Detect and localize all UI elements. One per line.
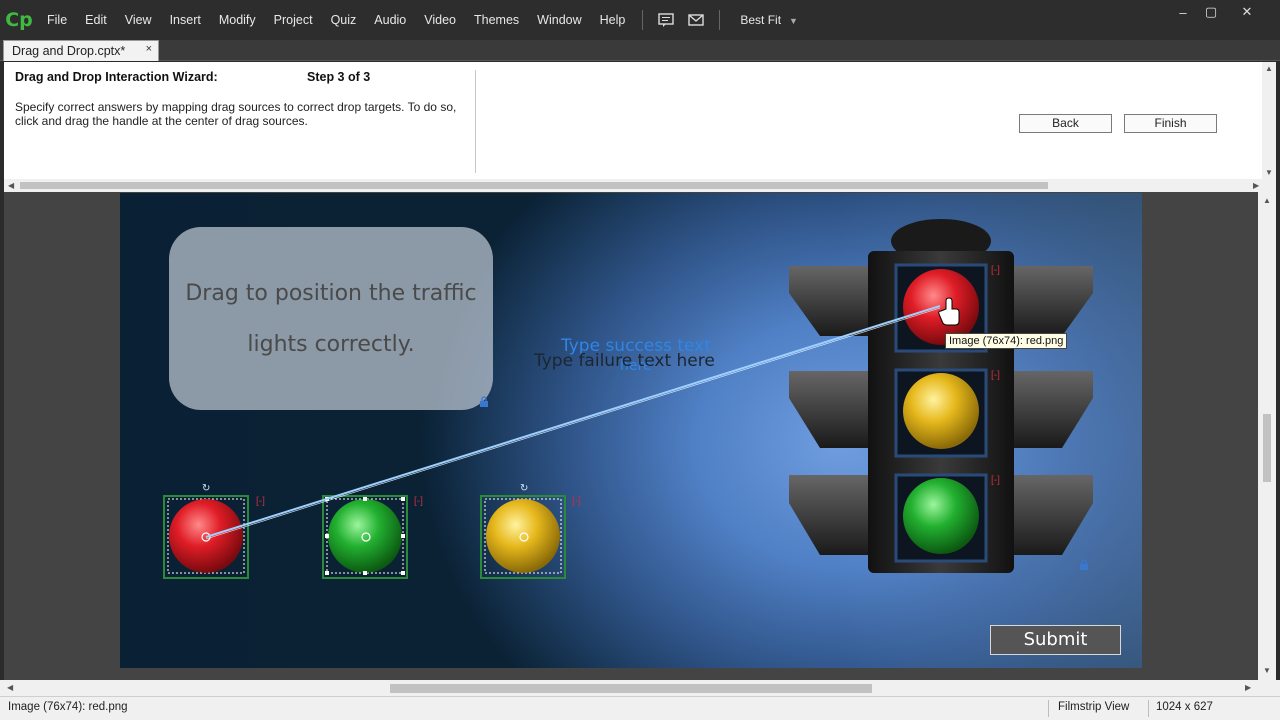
menu-separator <box>642 10 644 30</box>
traffic-light-wing <box>789 266 868 336</box>
drag-source-yellow[interactable]: [-] ↻ <box>480 483 581 579</box>
submit-button[interactable]: Submit <box>990 625 1121 655</box>
menu-file[interactable]: File <box>38 0 76 40</box>
svg-text:[-]: [-] <box>414 496 423 507</box>
menu-bar: Cp File Edit View Insert Modify Project … <box>0 0 1280 40</box>
status-divider <box>1048 700 1049 717</box>
traffic-light: [-] [-] [-] <box>789 219 1093 573</box>
target-light-yellow <box>903 373 979 449</box>
restore-button[interactable]: ▢ <box>1194 0 1228 24</box>
wizard-title: Drag and Drop Interaction Wizard: <box>15 70 218 84</box>
scroll-down-icon[interactable]: ▼ <box>1263 666 1271 675</box>
stage-size: 1024 x 627 <box>1156 701 1213 713</box>
chevron-down-icon: ▼ <box>789 15 798 26</box>
svg-text:[-]: [-] <box>572 496 581 507</box>
document-tab[interactable]: Drag and Drop.cptx* × <box>3 40 159 61</box>
wizard-divider <box>475 70 476 173</box>
stage-vertical-scrollbar[interactable]: ▲ ▼ <box>1258 192 1276 680</box>
menu-audio[interactable]: Audio <box>365 0 415 40</box>
zoom-label: Best Fit <box>740 12 782 27</box>
menu-help[interactable]: Help <box>591 0 635 40</box>
traffic-light-wing <box>1014 371 1093 448</box>
drag-source-green[interactable]: [-] <box>322 495 423 579</box>
back-button[interactable]: Back <box>1019 114 1112 133</box>
drop-target-marker: [-] <box>991 370 1000 381</box>
scrollbar-corner <box>1258 680 1280 696</box>
svg-text:↻: ↻ <box>520 483 528 494</box>
object-tooltip: Image (76x74): red.png <box>945 333 1068 349</box>
scroll-up-icon[interactable]: ▲ <box>1263 196 1271 205</box>
menu-project[interactable]: Project <box>265 0 322 40</box>
wizard-description: Specify correct answers by mapping drag … <box>15 100 457 128</box>
lock-icon <box>480 396 488 407</box>
captivate-logo: Cp <box>5 9 33 31</box>
scroll-left-icon[interactable]: ◀ <box>8 181 14 190</box>
scroll-left-icon[interactable]: ◀ <box>7 683 13 692</box>
document-tab-bar: Drag and Drop.cptx* × <box>0 40 1280 61</box>
menu-separator <box>719 10 721 30</box>
finish-button[interactable]: Finish <box>1124 114 1217 133</box>
zoom-dropdown[interactable]: Best Fit ▼ <box>728 0 808 41</box>
menu-themes[interactable]: Themes <box>465 0 528 40</box>
status-bar: Image (76x74): red.png Filmstrip View 10… <box>0 696 1280 720</box>
target-light-green <box>903 478 979 554</box>
menu-video[interactable]: Video <box>415 0 465 40</box>
wizard-horizontal-scrollbar[interactable]: ◀ ▶ <box>4 179 1262 192</box>
traffic-light-wing <box>789 475 868 555</box>
traffic-light-wing <box>1014 475 1093 555</box>
traffic-light-wing <box>1014 266 1093 336</box>
menu-quiz[interactable]: Quiz <box>322 0 366 40</box>
close-window-button[interactable]: ✕ <box>1230 0 1264 24</box>
failure-caption[interactable]: Type failure text here <box>534 351 715 371</box>
stage-horizontal-scrollbar[interactable]: ◀ ▶ <box>0 680 1258 696</box>
stage-vertical-thumb[interactable] <box>1263 414 1271 482</box>
wizard-vertical-scrollbar[interactable]: ▲ ▼ <box>1262 62 1276 192</box>
slide-stage: Drag to position the traffic lights corr… <box>120 193 1142 668</box>
drop-target-marker: [-] <box>991 475 1000 486</box>
interaction-wizard-panel: Drag and Drop Interaction Wizard: Step 3… <box>4 62 1276 192</box>
mail-icon[interactable] <box>681 0 711 40</box>
document-tab-label: Drag and Drop.cptx* <box>12 44 126 58</box>
close-tab-icon[interactable]: × <box>146 43 152 55</box>
drop-target-marker: [-] <box>991 265 1000 276</box>
traffic-light-wing <box>789 371 868 448</box>
status-selection: Image (76x74): red.png <box>8 701 128 713</box>
menu-edit[interactable]: Edit <box>76 0 116 40</box>
menu-window[interactable]: Window <box>528 0 590 40</box>
scroll-right-icon[interactable]: ▶ <box>1253 181 1259 190</box>
wizard-scroll-thumb[interactable] <box>20 182 1048 189</box>
stage-horizontal-thumb[interactable] <box>390 684 872 693</box>
menu-insert[interactable]: Insert <box>161 0 210 40</box>
svg-text:↻: ↻ <box>202 483 210 494</box>
scroll-down-icon[interactable]: ▼ <box>1265 168 1273 177</box>
svg-text:[-]: [-] <box>256 496 265 507</box>
filmstrip-view-toggle[interactable]: Filmstrip View <box>1058 701 1129 713</box>
menu-view[interactable]: View <box>116 0 161 40</box>
scroll-right-icon[interactable]: ▶ <box>1245 683 1251 692</box>
drag-source-red[interactable]: [-] ↻ <box>163 483 265 579</box>
status-divider <box>1148 700 1149 717</box>
stage-graphics: [-] [-] [-] [-] ↻ [-] [-] ↻ <box>163 219 1093 579</box>
wizard-step: Step 3 of 3 <box>307 70 371 84</box>
lock-icon <box>1080 559 1088 570</box>
menu-modify[interactable]: Modify <box>210 0 265 40</box>
comment-icon[interactable] <box>651 0 681 40</box>
scroll-up-icon[interactable]: ▲ <box>1265 64 1273 73</box>
